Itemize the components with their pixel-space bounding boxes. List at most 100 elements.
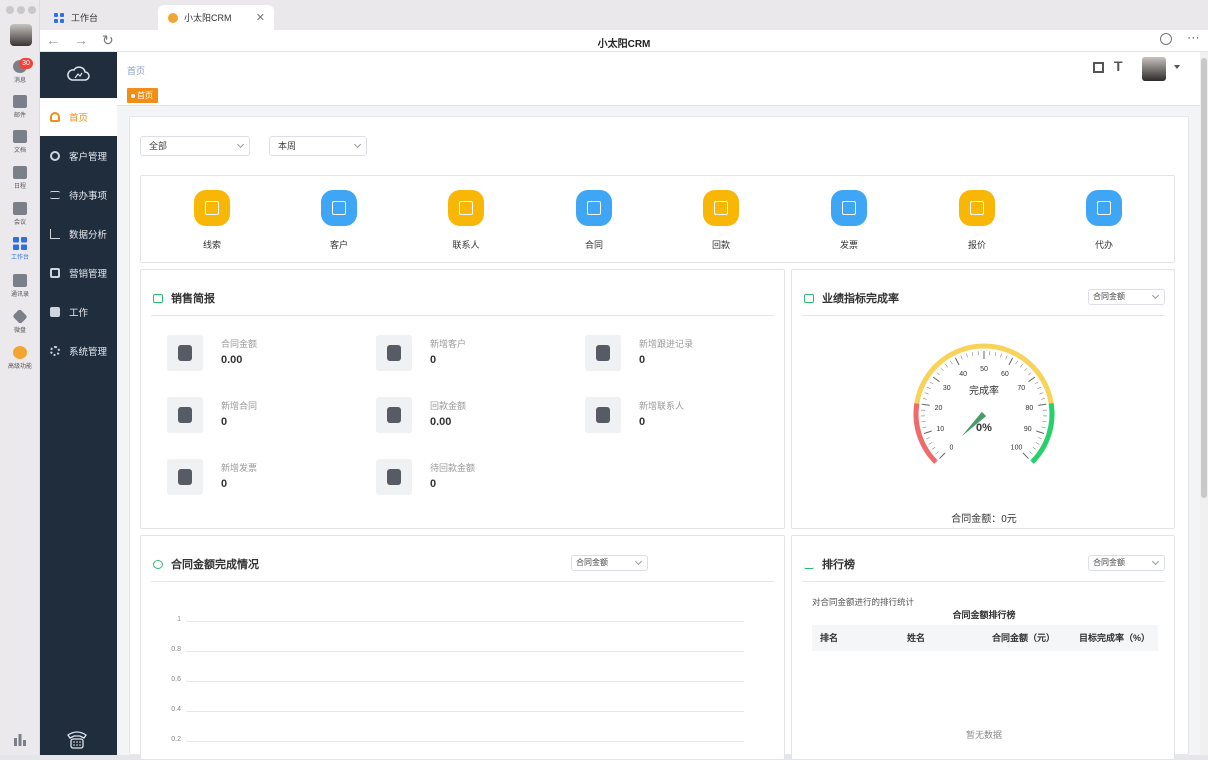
rail-item-messages[interactable]: 30 消息: [0, 60, 40, 84]
user-avatar[interactable]: [10, 24, 32, 46]
empty-state: 暂无数据: [792, 728, 1176, 741]
scope-select[interactable]: 全部: [140, 136, 250, 156]
title-text: 销售简报: [171, 293, 215, 305]
gauge-tick-label: 50: [980, 366, 988, 373]
contract-metric-select[interactable]: 合同金额: [571, 555, 648, 571]
quick-entry-contract[interactable]: 合同: [564, 190, 624, 251]
payment-icon: [703, 190, 739, 226]
y-tick-label: 0.2: [141, 736, 181, 743]
quick-entry-customer[interactable]: 客户: [309, 190, 369, 251]
chevron-down-icon: [635, 558, 642, 565]
rail-item-meeting[interactable]: 会议: [0, 202, 40, 226]
stat-value: 0: [430, 478, 436, 490]
stat-contract-amount: 合同金额0.00: [167, 335, 347, 375]
gauge-tick: [941, 368, 944, 371]
y-tick-label: 0.6: [141, 676, 181, 683]
rail-item-docs[interactable]: 文档: [0, 130, 40, 154]
column-header: 目标完成率（%）: [1079, 625, 1150, 651]
stat-label: 合同金额: [221, 337, 257, 350]
sidebar-item-marketing[interactable]: 营销管理: [40, 254, 117, 292]
fullscreen-icon[interactable]: [1093, 62, 1104, 73]
window-controls[interactable]: [6, 6, 39, 17]
gauge-tick: [1037, 387, 1041, 389]
tab-workbench[interactable]: 工作台: [44, 5, 108, 30]
period-select[interactable]: 本周: [269, 136, 367, 156]
ranking-metric-select[interactable]: 合同金额: [1088, 555, 1165, 571]
gauge-tick: [929, 442, 933, 444]
rail-item-drive[interactable]: 微盘: [0, 310, 40, 334]
tab-label: 小太阳CRM: [184, 11, 232, 24]
sales-brief-card: 销售简报 合同金额0.00 新增客户0 新增跟进记录0 新增合同0 回款金额0.…: [140, 269, 785, 529]
stat-label: 待回款金额: [430, 461, 475, 474]
header-avatar[interactable]: [1142, 57, 1166, 81]
quick-entry-quote[interactable]: 报价: [947, 190, 1007, 251]
rail-item-workbench[interactable]: 工作台: [0, 237, 40, 261]
column-header: 合同金额（元）: [992, 625, 1055, 651]
breadcrumb[interactable]: 首页: [127, 64, 145, 77]
quick-entry-invoice[interactable]: 发票: [819, 190, 879, 251]
document-icon: [13, 130, 27, 143]
gauge-tick-label: 60: [1001, 371, 1009, 378]
rail-item-advanced[interactable]: 高级功能: [0, 346, 40, 370]
stat-label: 新增合同: [221, 399, 257, 412]
kpi-metric-select[interactable]: 合同金额: [1088, 289, 1165, 305]
history-tag-home[interactable]: 首页: [127, 88, 158, 103]
browser-nav-bar: ← → ↻ 小太阳CRM ⋯: [40, 30, 1208, 52]
chevron-down-icon: [354, 141, 361, 148]
ranking-table-header: 排名 姓名 合同金额（元） 目标完成率（%）: [812, 625, 1158, 651]
gauge-tick-label: 80: [1026, 405, 1034, 412]
right-scrollbar[interactable]: [1200, 52, 1208, 755]
quick-entry-leads[interactable]: 线索: [182, 190, 242, 251]
quick-entry-contact[interactable]: 联系人: [436, 190, 496, 251]
contract-icon: [167, 397, 203, 433]
sidebar-item-analysis[interactable]: 数据分析: [40, 215, 117, 253]
card-title: 业绩指标完成率: [804, 290, 899, 306]
gauge-tick-label: 100: [1011, 445, 1023, 452]
gauge-tick: [924, 431, 932, 433]
gridline: [186, 711, 744, 712]
sidebar-item-label: 首页: [69, 110, 88, 124]
more-icon[interactable]: ⋯: [1187, 30, 1200, 46]
contract-completion-card: 合同金额完成情况 合同金额 1 0.8 0.6 0.4 0.2: [140, 535, 785, 760]
caret-down-icon[interactable]: [1174, 65, 1180, 69]
divider: [151, 581, 774, 582]
crm-logo-icon: [168, 13, 178, 23]
stat-value: 0: [221, 478, 227, 490]
sidebar-item-todo[interactable]: 待办事项: [40, 176, 117, 214]
quick-entry-label: 回款: [712, 240, 730, 250]
quick-entry-todo[interactable]: 代办: [1074, 190, 1134, 251]
mail-icon: [13, 95, 27, 108]
gridline: [186, 741, 744, 742]
settings-icon[interactable]: [1160, 33, 1172, 45]
sidebar-item-system[interactable]: 系统管理: [40, 332, 117, 370]
sidebar-item-home[interactable]: 首页: [40, 98, 117, 136]
rail-item-contacts[interactable]: 通讯录: [0, 274, 40, 298]
work-icon: [50, 307, 60, 317]
rail-item-calendar[interactable]: 日程: [0, 166, 40, 190]
tab-crm[interactable]: 小太阳CRM ✕: [158, 5, 274, 30]
rail-item-mail[interactable]: 邮件: [0, 95, 40, 119]
gauge-tick: [1029, 452, 1032, 455]
stat-label: 回款金额: [430, 399, 466, 412]
leads-icon: [194, 190, 230, 226]
rail-label: 微盘: [14, 328, 26, 334]
font-size-icon[interactable]: T: [1114, 58, 1123, 74]
select-value: 合同金额: [1093, 558, 1125, 567]
bar-chart-icon[interactable]: [14, 734, 26, 746]
chart-icon: [153, 560, 163, 569]
sidebar-item-label: 数据分析: [69, 227, 107, 241]
gauge-tick: [1043, 421, 1047, 422]
y-tick-label: 1: [141, 616, 181, 623]
analysis-icon: [50, 229, 60, 239]
quick-entry-payment[interactable]: 回款: [691, 190, 751, 251]
phone-icon[interactable]: [66, 728, 88, 753]
stat-new-contracts: 新增合同 0: [167, 397, 347, 437]
gauge-tick: [925, 393, 929, 394]
sidebar-item-work[interactable]: 工作: [40, 293, 117, 331]
stat-label: 新增联系人: [639, 399, 684, 412]
stat-value: 0: [221, 416, 227, 428]
bar-chart-icon: [804, 560, 814, 569]
close-icon[interactable]: ✕: [256, 11, 265, 24]
gridline: [186, 621, 744, 622]
sidebar-item-customers[interactable]: 客户管理: [40, 137, 117, 175]
